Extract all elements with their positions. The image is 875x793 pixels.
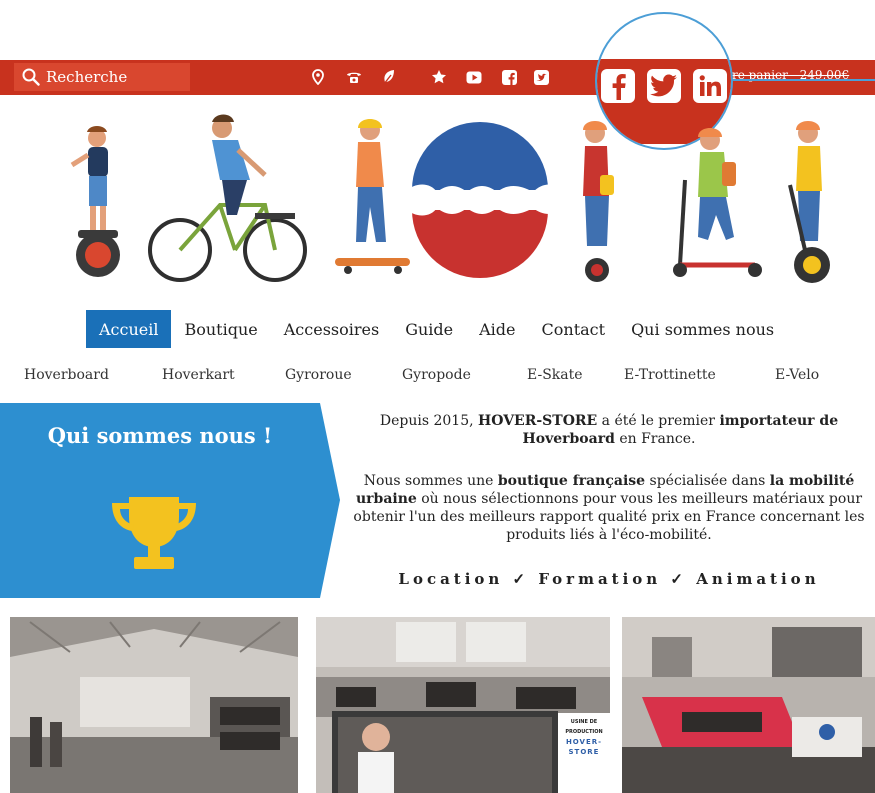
cyclist	[148, 203, 307, 282]
linkedin-icon[interactable]	[693, 69, 727, 103]
nav-boutique[interactable]: Boutique	[171, 310, 270, 348]
warehouse-photo-2[interactable]: USINE DE PRODUCTION HOVER-STORE	[316, 617, 610, 793]
warehouse-photo-3-image	[622, 617, 875, 793]
main-nav: Accueil Boutique Accessoires Guide Aide …	[86, 310, 787, 348]
factory-badge-line-2: HOVER-STORE	[565, 738, 603, 756]
youtube-icon[interactable]	[465, 68, 483, 86]
about-title: Qui sommes nous !	[47, 423, 273, 448]
leaf-icon[interactable]	[380, 68, 398, 86]
subnav-hoverkart[interactable]: Hoverkart	[162, 367, 235, 383]
subnav-e-skate[interactable]: E-Skate	[527, 367, 583, 383]
top-bar: re panier - 249,00€	[0, 60, 875, 95]
facebook-icon[interactable]	[601, 69, 635, 103]
factory-badge-line-1: USINE DE PRODUCTION	[565, 719, 603, 735]
nav-accueil[interactable]: Accueil	[86, 310, 172, 348]
trottinette-rider	[673, 128, 762, 277]
warehouse-photo-1-image	[10, 617, 298, 793]
zoom-leader-line	[733, 79, 875, 81]
hero-illustration	[70, 114, 830, 283]
search-input[interactable]	[46, 68, 166, 86]
facebook-icon[interactable]	[500, 68, 518, 86]
subnav-gyropode[interactable]: Gyropode	[402, 367, 471, 383]
hoverboard-rider	[70, 126, 120, 277]
subnav-hoverboard[interactable]: Hoverboard	[24, 367, 109, 383]
nav-accessoires[interactable]: Accessoires	[271, 310, 392, 348]
warehouse-photo-3[interactable]	[622, 617, 875, 793]
location-icon[interactable]	[309, 68, 327, 86]
warehouse-photo-2-image	[316, 617, 610, 793]
nav-qui-sommes-nous[interactable]: Qui sommes nous	[618, 310, 787, 348]
nav-contact[interactable]: Contact	[529, 310, 619, 348]
brand-logo	[405, 122, 565, 278]
subnav-gyroroue[interactable]: Gyroroue	[285, 367, 352, 383]
twitter-icon[interactable]	[647, 69, 681, 103]
twitter-icon[interactable]	[532, 68, 550, 86]
warehouse-photo-1[interactable]	[10, 617, 298, 793]
star-icon[interactable]	[430, 68, 448, 86]
nav-aide[interactable]: Aide	[466, 310, 528, 348]
phone-icon[interactable]	[345, 68, 363, 86]
trophy-icon	[112, 497, 196, 569]
subnav-e-trottinette[interactable]: E-Trottinette	[624, 367, 716, 383]
cart-summary[interactable]: re panier - 249,00€	[732, 68, 875, 88]
services-tagline: Location ✓ Formation ✓ Animation	[398, 570, 820, 588]
about-paragraph-1: Depuis 2015, HOVER-STORE a été le premie…	[379, 413, 839, 447]
subnav-e-velo[interactable]: E-Velo	[775, 367, 819, 383]
search-box[interactable]	[14, 63, 190, 91]
skateboarder	[335, 119, 410, 274]
search-icon[interactable]	[22, 68, 40, 86]
nav-guide[interactable]: Guide	[392, 310, 466, 348]
gyropode-rider	[788, 121, 830, 283]
about-paragraph-2: Nous sommes une boutique française spéci…	[353, 473, 865, 543]
factory-badge: USINE DE PRODUCTION HOVER-STORE	[558, 717, 610, 757]
cyclist-rider	[212, 114, 267, 215]
gyroroue-rider	[583, 121, 614, 282]
